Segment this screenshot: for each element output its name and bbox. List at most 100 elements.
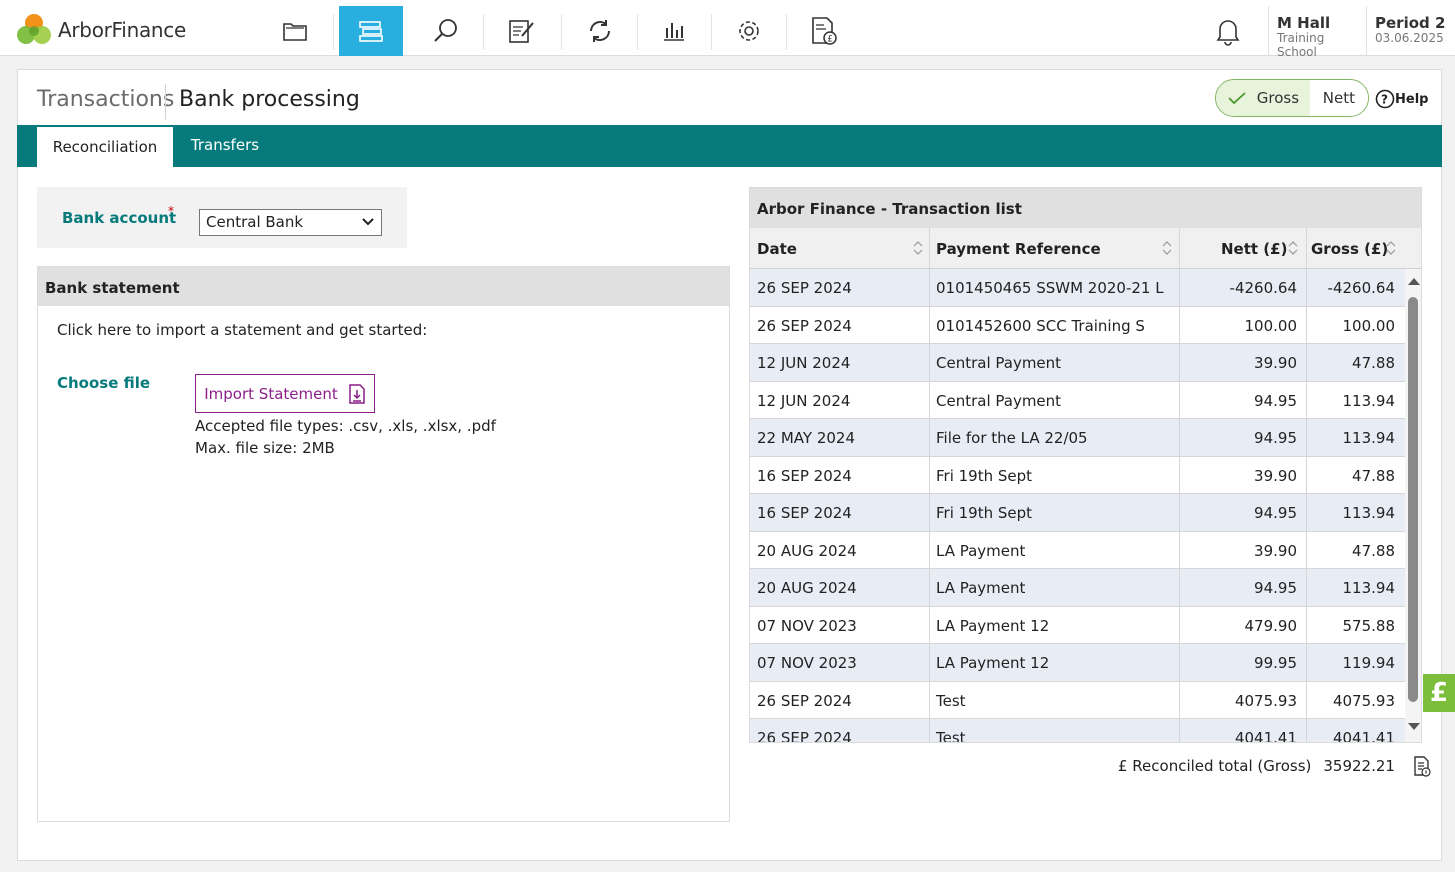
cell-gross: 47.88 [1352,541,1395,560]
bank-account-select[interactable]: Central Bank [199,209,382,236]
cell-payment-reference: File for the LA 22/05 [936,429,1088,447]
table-row[interactable]: 16 SEP 2024 Fri 19th Sept 94.95 113.94 [750,494,1405,532]
cell-separator [1306,344,1307,381]
cell-payment-reference: LA Payment 12 [936,654,1050,672]
transaction-list-panel: Arbor Finance - Transaction list Date Pa… [749,187,1422,743]
cell-date: 16 SEP 2024 [757,504,852,522]
sort-icon[interactable] [1386,241,1396,255]
scroll-down-icon[interactable] [1405,719,1422,733]
help-button[interactable]: ? Help [1375,89,1428,109]
help-label: Help [1395,91,1429,107]
cell-nett: 39.90 [1254,466,1297,485]
pound-side-tab[interactable]: £ [1423,674,1455,712]
bank-account-value: Central Bank [206,213,304,231]
arbor-logo[interactable]: ArborFinance [16,13,186,47]
cell-separator [929,494,930,531]
import-statement-button[interactable]: Import Statement [195,374,375,413]
cell-separator [1179,719,1180,742]
nav-refresh[interactable] [568,6,632,56]
nett-label: Nett [1322,89,1355,107]
cell-date: 20 AUG 2024 [757,579,857,597]
column-payment-reference[interactable]: Payment Reference [936,240,1101,258]
cell-separator [1306,531,1307,568]
nav-separator [561,14,562,50]
nav-separator [711,14,712,50]
nav-reports[interactable] [642,6,706,56]
sort-icon[interactable] [913,241,923,255]
cell-date: 26 SEP 2024 [757,691,852,710]
scrollbar[interactable] [1405,269,1422,742]
bank-account-label: Bank account [62,209,177,227]
cell-payment-reference: Central Payment [936,391,1062,410]
cell-separator [1306,606,1307,643]
reconciled-total-value: 35922.21 [1323,757,1395,775]
cell-nett: 4041.41 [1234,729,1297,743]
cell-separator [1306,569,1307,606]
table-row[interactable]: 07 NOV 2023 LA Payment 12 479.90 575.88 [750,606,1405,644]
nav-search[interactable] [414,6,478,56]
table-row[interactable]: 12 JUN 2024 Central Payment 94.95 113.94 [750,381,1405,419]
table-row[interactable]: 26 SEP 2024 0101452600 SCC Training S 100.… [750,306,1405,344]
breadcrumb[interactable]: Transactions [37,87,174,112]
cell-separator [929,681,930,718]
period-selector[interactable]: Period 2 03.06.2025 [1366,6,1455,56]
table-row[interactable]: 12 JUN 2024 Central Payment 39.90 47.88 [750,344,1405,382]
bank-statement-panel: Bank statement Click here to import a st… [37,266,730,822]
cell-gross: 47.88 [1352,354,1395,372]
chevron-down-icon [362,218,374,226]
sort-icon[interactable] [1162,241,1172,255]
table-row[interactable]: 20 AUG 2024 LA Payment 94.95 113.94 [750,569,1405,607]
nav-separator [637,14,638,50]
cell-separator [1306,644,1307,681]
tab-transfers[interactable]: Transfers [173,125,277,165]
scrollbar-thumb[interactable] [1408,297,1418,702]
cell-separator [1306,681,1307,718]
table-row[interactable]: 26 SEP 2024 0101450465 SSWM 2020-21 L -426… [750,269,1405,307]
cell-nett: 100.00 [1244,316,1298,335]
tab-bar: Reconciliation Transfers [17,125,1442,167]
import-statement-label: Import Statement [204,384,338,403]
cell-separator [1179,344,1180,381]
cell-separator [1179,269,1180,306]
scroll-up-icon[interactable] [1405,275,1422,289]
document-info-icon[interactable] [1413,755,1431,777]
column-gross[interactable]: Gross (£) [1311,240,1388,258]
nav-settings[interactable] [717,6,781,56]
table-row[interactable]: 26 SEP 2024 Test 4041.41 4041.41 [750,719,1405,743]
table-row[interactable]: 26 SEP 2024 Test 4075.93 4075.93 [750,681,1405,719]
bar-chart-icon [664,23,684,41]
nav-edit[interactable] [490,6,554,56]
cell-nett: -4260.64 [1229,279,1297,297]
cell-nett: 94.95 [1254,391,1297,410]
logo-text: ArborFinance [58,18,186,42]
cell-nett: 99.95 [1254,654,1297,672]
cell-date: 12 JUN 2024 [757,391,851,410]
statement-intro: Click here to import a statement and get… [57,321,428,339]
transaction-rows: 26 SEP 2024 0101450465 SSWM 2020-21 L -426… [750,269,1405,743]
table-row[interactable]: 20 AUG 2024 LA Payment 39.90 47.88 [750,531,1405,569]
user-menu[interactable]: M Hall Training School [1268,6,1366,59]
cell-gross: 113.94 [1342,429,1396,447]
cell-nett: 4075.93 [1234,691,1297,710]
table-row[interactable]: 16 SEP 2024 Fri 19th Sept 39.90 47.88 [750,456,1405,494]
nav-invoice[interactable]: £ [792,6,856,56]
cell-separator [1306,719,1307,742]
top-navigation-bar: ArborFinance £ M Hall Training School Pe… [0,0,1455,59]
sort-icon[interactable] [1288,241,1298,255]
gross-option[interactable]: Gross [1216,80,1310,116]
nav-separator [333,14,334,50]
nav-transactions[interactable] [339,6,403,56]
notifications-button[interactable] [1214,16,1242,50]
nav-separator [786,14,787,50]
cell-payment-reference: Fri 19th Sept [936,504,1033,522]
cell-separator [1306,419,1307,456]
column-date[interactable]: Date [757,240,797,258]
column-nett[interactable]: Nett (£) [1221,240,1287,258]
cell-payment-reference: 0101452600 SCC Training S [936,316,1145,335]
tab-reconciliation[interactable]: Reconciliation [37,127,173,167]
cell-nett: 94.95 [1254,504,1297,522]
nett-option[interactable]: Nett [1309,80,1368,116]
table-row[interactable]: 07 NOV 2023 LA Payment 12 99.95 119.94 [750,644,1405,682]
table-row[interactable]: 22 MAY 2024 File for the LA 22/05 94.95 113… [750,419,1405,457]
nav-folder[interactable] [263,6,327,56]
